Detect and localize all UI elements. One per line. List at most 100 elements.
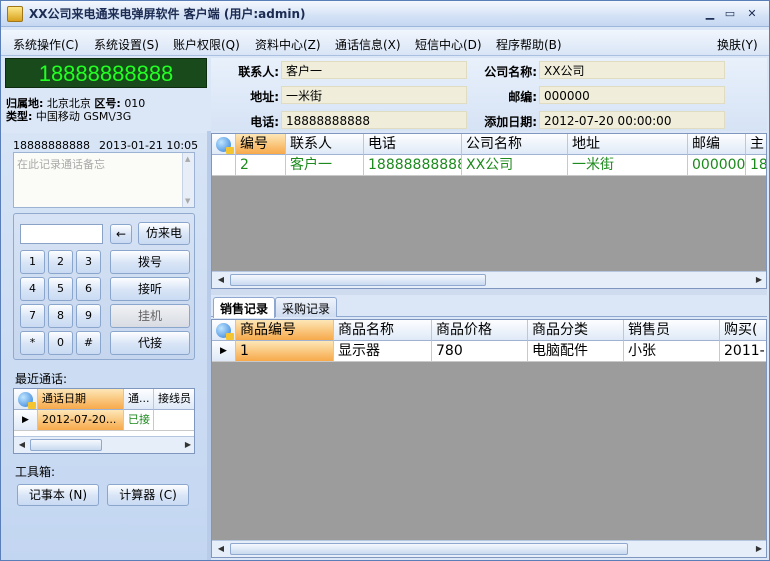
- dial-button[interactable]: 拨号: [110, 250, 190, 274]
- hangup-button[interactable]: 挂机: [110, 304, 190, 328]
- customer-more-cell[interactable]: 18: [746, 155, 766, 176]
- col-header-operator[interactable]: 接线员: [154, 389, 194, 410]
- customer-contact-cell[interactable]: 客户一: [286, 155, 364, 176]
- sale-purchase-date-cell[interactable]: 2011-: [720, 341, 766, 362]
- notepad-button[interactable]: 记事本 (N): [17, 484, 99, 506]
- caller-number-display: 18888888888: [5, 58, 207, 88]
- recent-call-status-cell[interactable]: 已接: [124, 410, 154, 431]
- key-star[interactable]: *: [20, 331, 45, 355]
- menu-skin[interactable]: 换肤(Y): [717, 36, 758, 53]
- sale-salesperson-cell[interactable]: 小张: [624, 341, 720, 362]
- key-7[interactable]: 7: [20, 304, 45, 328]
- col-header-call-date[interactable]: 通话日期: [38, 389, 124, 410]
- customer-id-cell[interactable]: 2: [236, 155, 286, 176]
- key-2[interactable]: 2: [48, 250, 73, 274]
- call-memo-textarea[interactable]: 在此记录通话备忘 ▲ ▼: [13, 152, 195, 208]
- maximize-icon[interactable]: ▭: [721, 6, 739, 22]
- backspace-button[interactable]: ←: [110, 224, 132, 244]
- zip-field[interactable]: 000000: [539, 86, 725, 104]
- scroll-down-icon[interactable]: ▼: [185, 197, 190, 205]
- col-header-id[interactable]: 编号: [236, 134, 286, 155]
- col-header-zip[interactable]: 邮编: [688, 134, 746, 155]
- contact-label: 联系人:: [238, 65, 279, 79]
- scroll-thumb[interactable]: [230, 543, 628, 555]
- sale-product-category-cell[interactable]: 电脑配件: [528, 341, 624, 362]
- customer-company-cell[interactable]: XX公司: [462, 155, 568, 176]
- scroll-right-icon[interactable]: ▶: [182, 439, 194, 451]
- key-6[interactable]: 6: [76, 277, 101, 301]
- menu-sms-center[interactable]: 短信中心(D): [415, 36, 482, 53]
- answer-button[interactable]: 接听: [110, 277, 190, 301]
- recent-call-date-cell[interactable]: 2012-07-20...: [38, 410, 124, 431]
- records-tab-strip: 销售记录 采购记录: [211, 295, 767, 318]
- scroll-up-icon[interactable]: ▲: [185, 155, 190, 163]
- menu-call-info[interactable]: 通话信息(X): [335, 36, 401, 53]
- scroll-left-icon[interactable]: ◀: [16, 439, 28, 451]
- menu-data-center[interactable]: 资料中心(Z): [255, 36, 321, 53]
- sales-grid-hscroll[interactable]: ◀ ▶: [212, 540, 766, 557]
- tab-sales-records[interactable]: 销售记录: [213, 297, 276, 318]
- col-header-status[interactable]: 通...: [124, 389, 154, 410]
- title-bar: XX公司来电通来电弹屏软件 客户端 (用户:admin) ▁ ▭ ✕: [1, 1, 769, 27]
- dial-input[interactable]: [20, 224, 103, 244]
- col-header-product-id[interactable]: 商品编号: [236, 320, 334, 341]
- scroll-right-icon[interactable]: ▶: [753, 543, 765, 555]
- row-indicator-icon: ▶: [212, 341, 236, 362]
- customer-zip-cell[interactable]: 000000: [688, 155, 746, 176]
- sale-product-price-cell[interactable]: 780: [432, 341, 528, 362]
- phone-field[interactable]: 18888888888: [281, 111, 467, 129]
- col-header-contact[interactable]: 联系人: [286, 134, 364, 155]
- recent-calls-grid: 通话日期 通... 接线员 ▶ 2012-07-20... 已接 ◀ ▶: [13, 388, 195, 454]
- key-5[interactable]: 5: [48, 277, 73, 301]
- menu-system-settings[interactable]: 系统设置(S): [94, 36, 159, 53]
- col-header-product-price[interactable]: 商品价格: [432, 320, 528, 341]
- calculator-button[interactable]: 计算器 (C): [107, 484, 189, 506]
- address-field[interactable]: 一米街: [281, 86, 467, 104]
- key-1[interactable]: 1: [20, 250, 45, 274]
- scroll-left-icon[interactable]: ◀: [215, 274, 227, 286]
- col-header-purchase-date[interactable]: 购买(: [720, 320, 766, 341]
- close-icon[interactable]: ✕: [743, 6, 761, 22]
- minimize-icon[interactable]: ▁: [701, 6, 719, 22]
- scroll-left-icon[interactable]: ◀: [215, 543, 227, 555]
- col-header-salesperson[interactable]: 销售员: [624, 320, 720, 341]
- customer-phone-cell[interactable]: 18888888888: [364, 155, 462, 176]
- menu-account-permissions[interactable]: 账户权限(Q): [173, 36, 240, 53]
- address-label: 地址:: [250, 90, 279, 104]
- contact-field[interactable]: 客户一: [281, 61, 467, 79]
- col-header-address[interactable]: 地址: [568, 134, 688, 155]
- customer-grid-hscroll[interactable]: ◀ ▶: [212, 271, 766, 288]
- tools-label: 工具箱:: [15, 465, 56, 479]
- globe-icon: [18, 392, 36, 409]
- key-8[interactable]: 8: [48, 304, 73, 328]
- sales-grid: 商品编号 商品名称 商品价格 商品分类 销售员 购买( ▶ 1 显示器 780 …: [211, 319, 767, 558]
- memo-scrollbar[interactable]: ▲ ▼: [182, 153, 194, 207]
- scroll-right-icon[interactable]: ▶: [753, 274, 765, 286]
- key-4[interactable]: 4: [20, 277, 45, 301]
- sale-product-name-cell[interactable]: 显示器: [334, 341, 432, 362]
- tab-purchase-records[interactable]: 采购记录: [275, 297, 338, 317]
- recent-calls-hscroll[interactable]: ◀ ▶: [14, 436, 194, 453]
- col-header-phone[interactable]: 电话: [364, 134, 462, 155]
- sale-product-id-cell[interactable]: 1: [236, 341, 334, 362]
- col-header-product-name[interactable]: 商品名称: [334, 320, 432, 341]
- customer-address-cell[interactable]: 一米街: [568, 155, 688, 176]
- key-hash[interactable]: #: [76, 331, 101, 355]
- scroll-thumb[interactable]: [30, 439, 102, 451]
- key-9[interactable]: 9: [76, 304, 101, 328]
- recent-call-operator-cell[interactable]: [154, 410, 194, 431]
- added-date-label: 添加日期:: [484, 115, 537, 129]
- col-header-product-category[interactable]: 商品分类: [528, 320, 624, 341]
- key-0[interactable]: 0: [48, 331, 73, 355]
- menu-system-ops[interactable]: 系统操作(C): [13, 36, 79, 53]
- col-header-more[interactable]: 主: [746, 134, 766, 155]
- scroll-thumb[interactable]: [230, 274, 486, 286]
- menu-bar: 系统操作(C) 系统设置(S) 账户权限(Q) 资料中心(Z) 通话信息(X) …: [1, 30, 769, 56]
- simulate-call-button[interactable]: 仿来电: [138, 222, 190, 245]
- menu-help[interactable]: 程序帮助(B): [496, 36, 562, 53]
- company-field[interactable]: XX公司: [539, 61, 725, 79]
- added-date-field[interactable]: 2012-07-20 00:00:00: [539, 111, 725, 129]
- col-header-company[interactable]: 公司名称: [462, 134, 568, 155]
- pickup-button[interactable]: 代接: [110, 331, 190, 355]
- key-3[interactable]: 3: [76, 250, 101, 274]
